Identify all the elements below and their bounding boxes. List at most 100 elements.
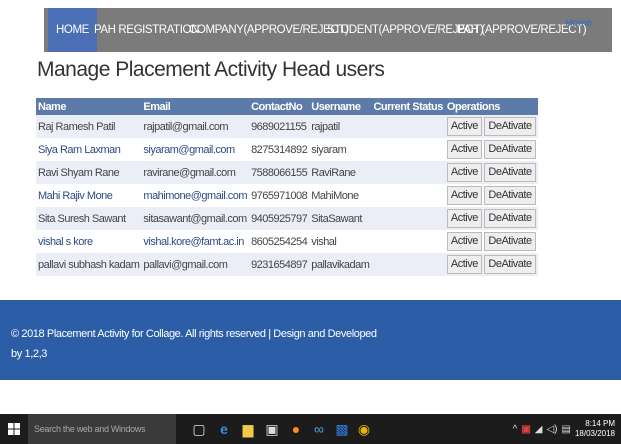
chevron-up-icon[interactable]: ^ (513, 424, 518, 435)
row-status (371, 230, 445, 253)
row-email: vishal.kore@famt.ac.in (141, 230, 250, 253)
users-table: Name Email ContactNo Username Current St… (36, 98, 538, 276)
file-explorer-icon[interactable]: ▆ (240, 421, 256, 437)
footer-copyright: © 2018 Placement Activity for Collage. A… (11, 328, 377, 340)
header-username: Username (309, 98, 372, 115)
deactivate-button[interactable]: DeAtivate (484, 186, 536, 205)
header-operations: Operations (444, 98, 538, 115)
activate-button[interactable]: Active (446, 186, 482, 205)
chrome-icon[interactable]: ◉ (356, 421, 372, 437)
row-operations: Active DeAtivate (444, 138, 538, 161)
row-contact: 7588066155 (249, 161, 310, 184)
page-title: Manage Placement Activity Head users (37, 58, 385, 81)
row-status (371, 184, 445, 207)
taskbar-search-input[interactable]: Search the web and Windows (28, 414, 176, 444)
deactivate-button[interactable]: DeAtivate (484, 232, 536, 251)
row-contact: 9765971008 (249, 184, 310, 207)
windows-taskbar: Search the web and Windows ▢ e ▆ ▣ ● ∞ ▩… (0, 414, 621, 444)
nav-home-link[interactable]: Home (565, 18, 592, 30)
deactivate-button[interactable]: DeAtivate (484, 209, 536, 228)
row-username: siyaram (309, 138, 372, 161)
footer-credits: by 1,2,3 (11, 348, 47, 360)
table-row: Sita Suresh Sawant sitasawant@gmail.com … (36, 207, 538, 230)
table-row: Ravi Shyam Rane ravirane@gmail.com 75880… (36, 161, 538, 184)
row-name: Ravi Shyam Rane (36, 161, 142, 184)
row-username: vishal (309, 230, 372, 253)
row-operations: Active DeAtivate (444, 207, 538, 230)
row-contact: 8275314892 (249, 138, 310, 161)
row-contact: 9231654897 (249, 253, 310, 276)
row-email: pallavi@gmail.com (141, 253, 250, 276)
table-header-row: Name Email ContactNo Username Current St… (36, 98, 538, 115)
activate-button[interactable]: Active (446, 163, 482, 182)
app-icon[interactable]: ∞ (311, 421, 327, 437)
notification-icon[interactable]: ▤ (562, 424, 571, 435)
deactivate-button[interactable]: DeAtivate (484, 117, 536, 136)
nav-home[interactable]: HOME (48, 8, 97, 52)
edge-icon[interactable]: e (216, 421, 232, 437)
deactivate-button[interactable]: DeAtivate (484, 140, 536, 159)
row-name: Mahi Rajiv Mone (36, 184, 142, 207)
taskbar-clock[interactable]: 8:14 PM 18/03/2018 (575, 419, 615, 439)
row-contact: 9689021155 (249, 115, 310, 138)
nav-pah-approve-reject[interactable]: PAH (APPROVE/REJECT) (457, 8, 587, 52)
clock-time: 8:14 PM (585, 419, 615, 428)
system-tray: ^ ▣ ◢ ◁) ▤ 8:14 PM 18/03/2018 (513, 414, 615, 444)
activate-button[interactable]: Active (446, 232, 482, 251)
header-name: Name (36, 98, 142, 115)
row-operations: Active DeAtivate (444, 184, 538, 207)
row-username: MahiMone (309, 184, 372, 207)
firefox-icon[interactable]: ● (288, 421, 304, 437)
nav-pah-registration[interactable]: PAH REGISTRATION (94, 8, 199, 52)
row-name: Raj Ramesh Patil (36, 115, 142, 138)
row-contact: 9405925797 (249, 207, 310, 230)
row-status (371, 253, 445, 276)
row-username: rajpatil (309, 115, 372, 138)
header-email: Email (141, 98, 250, 115)
header-contact: ContactNo (249, 98, 310, 115)
row-status (371, 207, 445, 230)
activate-button[interactable]: Active (446, 255, 482, 274)
row-contact: 8605254254 (249, 230, 310, 253)
row-email: siyaram@gmail.com (141, 138, 250, 161)
windows-start-icon[interactable] (0, 414, 28, 444)
activate-button[interactable]: Active (446, 209, 482, 228)
nav-company-approve-reject[interactable]: COMPANY(APPROVE/REJECT) (189, 8, 349, 52)
row-email: rajpatil@gmail.com (141, 115, 250, 138)
activate-button[interactable]: Active (446, 117, 482, 136)
table-row: Siya Ram Laxman siyaram@gmail.com 827531… (36, 138, 538, 161)
table-row: Mahi Rajiv Mone mahimone@gmail.com 97659… (36, 184, 538, 207)
clock-date: 18/03/2018 (574, 429, 615, 438)
row-operations: Active DeAtivate (444, 115, 538, 138)
deactivate-button[interactable]: DeAtivate (484, 163, 536, 182)
store-icon[interactable]: ▣ (264, 421, 280, 437)
task-view-icon[interactable]: ▢ (191, 421, 207, 437)
row-status (371, 115, 445, 138)
row-username: RaviRane (309, 161, 372, 184)
row-operations: Active DeAtivate (444, 253, 538, 276)
deactivate-button[interactable]: DeAtivate (484, 255, 536, 274)
row-operations: Active DeAtivate (444, 161, 538, 184)
table-row: pallavi subhash kadam pallavi@gmail.com … (36, 253, 538, 276)
row-username: SitaSawant (309, 207, 372, 230)
row-status (371, 138, 445, 161)
row-username: pallavikadam (309, 253, 372, 276)
volume-icon[interactable]: ◁) (546, 424, 557, 435)
top-navbar: HOME PAH REGISTRATION COMPANY(APPROVE/RE… (44, 8, 612, 52)
row-name: Sita Suresh Sawant (36, 207, 142, 230)
row-email: sitasawant@gmail.com (141, 207, 250, 230)
network-icon[interactable]: ◢ (535, 424, 543, 435)
header-status: Current Status (371, 98, 445, 115)
row-name: Siya Ram Laxman (36, 138, 142, 161)
row-status (371, 161, 445, 184)
activate-button[interactable]: Active (446, 140, 482, 159)
outlook-icon[interactable]: ▩ (334, 421, 350, 437)
row-email: mahimone@gmail.com (141, 184, 250, 207)
row-name: vishal s kore (36, 230, 142, 253)
antivirus-icon[interactable]: ▣ (521, 424, 530, 435)
footer: © 2018 Placement Activity for Collage. A… (0, 300, 621, 380)
row-operations: Active DeAtivate (444, 230, 538, 253)
row-email: ravirane@gmail.com (141, 161, 250, 184)
table-row: Raj Ramesh Patil rajpatil@gmail.com 9689… (36, 115, 538, 138)
row-name: pallavi subhash kadam (36, 253, 142, 276)
